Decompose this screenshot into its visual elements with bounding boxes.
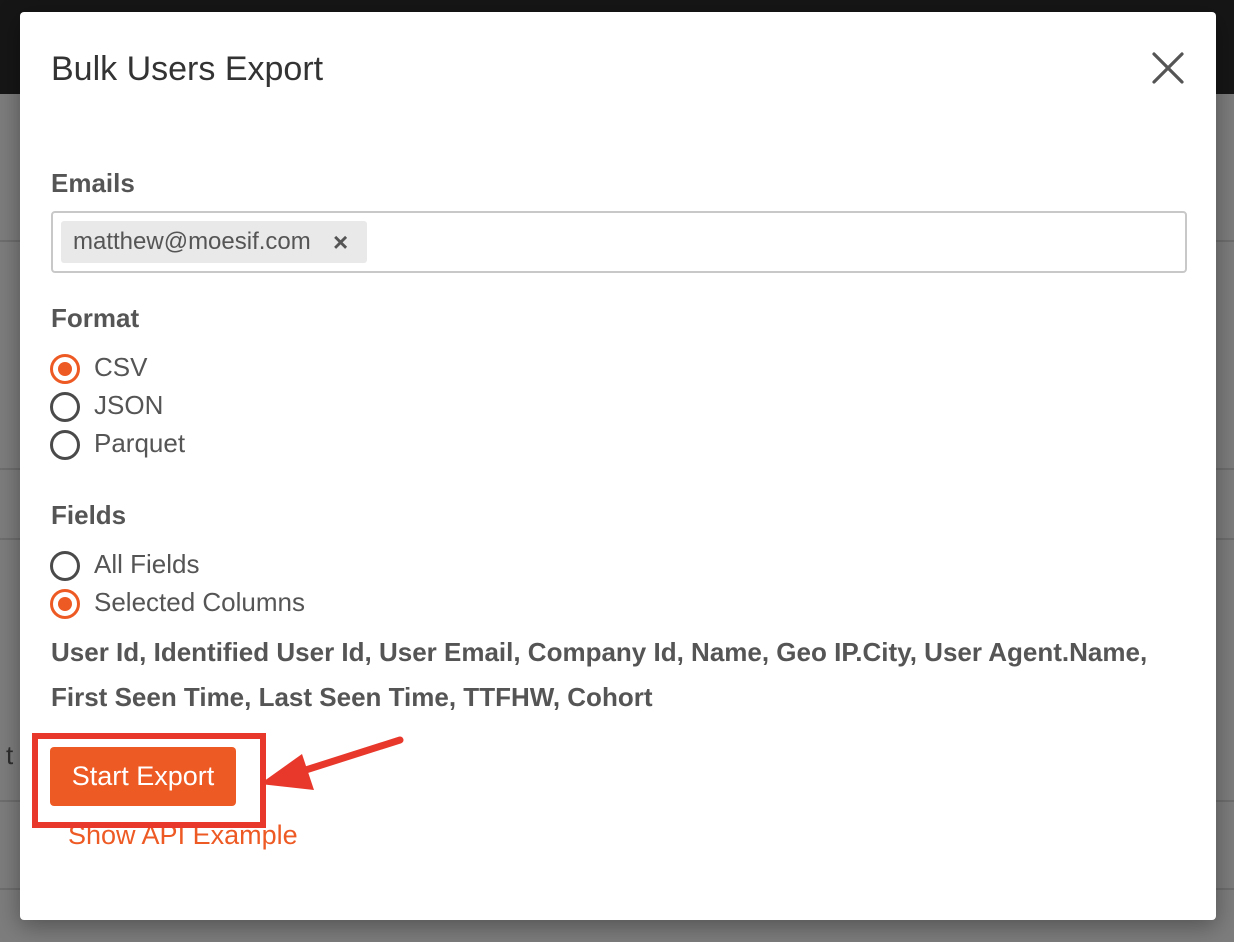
arrow-left-icon [260, 736, 404, 790]
background-text: t [6, 740, 14, 770]
radio-button[interactable] [50, 430, 80, 460]
close-button[interactable] [1148, 48, 1188, 88]
modal-title: Bulk Users Export [51, 50, 324, 88]
radio-button[interactable] [50, 589, 80, 619]
selected-columns-list: User Id, Identified User Id, User Email,… [51, 637, 1148, 712]
email-tag-text: matthew@moesif.com [73, 228, 311, 255]
format-option-label: JSON [94, 390, 164, 420]
format-option-label: CSV [94, 352, 148, 382]
emails-input[interactable]: matthew@moesif.com × [51, 211, 1187, 273]
format-label: Format [51, 303, 140, 333]
email-tag: matthew@moesif.com × [61, 221, 367, 263]
radio-button[interactable] [50, 392, 80, 422]
fields-option-label: Selected Columns [94, 587, 305, 617]
radio-button[interactable] [50, 354, 80, 384]
radio-button[interactable] [50, 551, 80, 581]
fields-option-label: All Fields [94, 549, 200, 579]
close-icon [1152, 52, 1184, 84]
fields-label: Fields [51, 500, 127, 530]
annotation-highlight-box [32, 733, 266, 828]
format-option-label: Parquet [94, 428, 186, 458]
remove-tag-icon[interactable]: × [333, 227, 348, 258]
emails-label: Emails [51, 168, 135, 198]
